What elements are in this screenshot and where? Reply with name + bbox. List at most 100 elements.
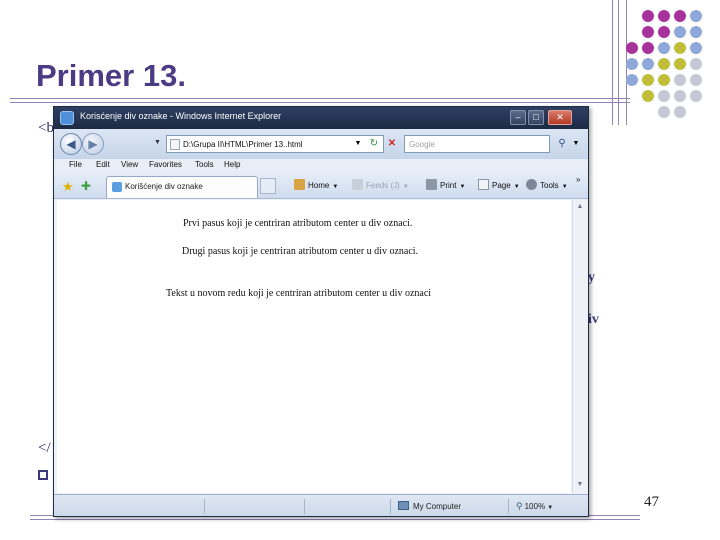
decor-dot [642,90,654,102]
decor-vline [612,0,613,125]
code-fragment: </ [38,440,51,456]
decor-dot [658,10,670,22]
scroll-down-icon[interactable]: ▼ [575,480,585,490]
title-underline [10,98,630,99]
feeds-label: Feeds (J) [366,181,400,190]
menu-tools[interactable]: Tools [195,160,214,169]
computer-icon [398,501,409,510]
decor-dot [642,26,654,38]
zoom-control[interactable]: ⚲ 100% ▼ [516,501,553,512]
new-tab-button[interactable] [260,178,276,194]
chevron-down-icon: ▼ [561,184,568,190]
decor-dot [626,42,638,54]
chevron-down-icon: ▼ [547,505,554,511]
minimize-button[interactable]: – [510,110,526,125]
printer-icon [426,179,437,190]
address-toolbar: ◀ ▶ ▼ ▼ ↻ ✕ ⚲ ▼ [54,129,588,159]
ie-icon [60,111,74,125]
address-input[interactable] [183,137,373,151]
decor-dot [690,74,702,86]
decor-dot [642,10,654,22]
search-input[interactable] [409,137,539,151]
status-divider [304,499,305,514]
vertical-scrollbar[interactable]: ▲ ▼ [572,200,587,493]
menu-help[interactable]: Help [224,160,240,169]
status-divider [390,499,391,514]
home-button[interactable]: Home ▼ [294,179,338,190]
forward-button[interactable]: ▶ [82,133,104,155]
page-number: 47 [644,494,659,510]
maximize-button[interactable]: □ [528,110,544,125]
browser-tab[interactable]: Korišćenje div oznake [106,176,258,198]
page-icon [478,179,489,190]
decor-dot [642,42,654,54]
decor-dot [642,74,654,86]
code-fragment: <b [38,120,54,136]
chevron-down-icon: ▼ [513,184,520,190]
print-label: Print [440,181,457,190]
page-button[interactable]: Page ▼ [478,179,520,190]
command-bar: ★ ✚ Korišćenje div oznake Home ▼ Feeds (J… [54,173,588,199]
tools-button[interactable]: Tools ▼ [526,179,568,190]
status-bar: My Computer ⚲ 100% ▼ [54,494,588,516]
stop-icon[interactable]: ✕ [384,136,400,152]
decor-dot [674,74,686,86]
decor-dot [674,90,686,102]
decor-dot [690,90,702,102]
decor-dot [658,26,670,38]
close-button[interactable]: ✕ [548,110,572,125]
menu-bar: File Edit View Favorites Tools Help [54,159,588,173]
window-titlebar[interactable]: Korisćenje div oznake - Windows Internet… [54,107,588,129]
content-paragraph: Drugi pasus koji je centriran atributom … [182,246,419,257]
decor-dot [658,42,670,54]
feeds-icon [352,179,363,190]
chevron-down-icon: ▼ [332,184,339,190]
content-paragraph: Tekst u novom redu koji je centriran atr… [166,288,432,299]
print-button[interactable]: Print ▼ [426,179,465,190]
toolbar-overflow-button[interactable]: » [576,175,580,184]
decor-dot [690,58,702,70]
refresh-icon[interactable]: ↻ [366,136,382,152]
decor-dot [626,74,638,86]
status-divider [508,499,509,514]
decor-dot [658,90,670,102]
slide-title: Primer 13. [36,58,186,93]
menu-favorites[interactable]: Favorites [149,160,182,169]
search-box[interactable] [404,135,550,153]
decor-dot [642,58,654,70]
decor-dot [690,10,702,22]
address-dropdown-icon[interactable]: ▼ [350,136,366,152]
page-content: Prvi pasus koji je centriran atributom c… [57,200,571,493]
decor-dot [626,58,638,70]
back-button[interactable]: ◀ [60,133,82,155]
zoom-level: 100% [524,502,546,511]
feeds-button[interactable]: Feeds (J) ▼ [352,179,409,190]
scroll-up-icon[interactable]: ▲ [575,202,585,212]
home-label: Home [308,181,330,190]
window-title: Korisćenje div oznake - Windows Internet… [80,111,282,121]
history-dropdown-icon[interactable]: ▼ [154,139,161,146]
decor-dot [690,26,702,38]
menu-view[interactable]: View [121,160,138,169]
decor-dot [690,42,702,54]
page-label: Page [492,181,511,190]
menu-file[interactable]: File [69,160,82,169]
page-icon [170,139,180,150]
code-fragment: y [588,270,595,285]
zone-label: My Computer [413,502,462,511]
tab-label: Korišćenje div oznake [125,182,203,191]
favorites-star-icon[interactable]: ★ [62,179,74,195]
chevron-down-icon: ▼ [459,184,466,190]
security-zone[interactable]: My Computer [398,501,461,511]
browser-window: Korisćenje div oznake - Windows Internet… [53,106,589,517]
decor-dot [658,74,670,86]
chevron-down-icon: ▼ [402,184,409,190]
title-underline [10,102,630,103]
decor-dot [674,58,686,70]
tools-label: Tools [540,181,559,190]
decor-dot [674,106,686,118]
decor-dot [658,106,670,118]
menu-edit[interactable]: Edit [96,160,110,169]
add-favorite-icon[interactable]: ✚ [81,179,91,193]
search-options-icon[interactable]: ▼ [568,136,584,152]
